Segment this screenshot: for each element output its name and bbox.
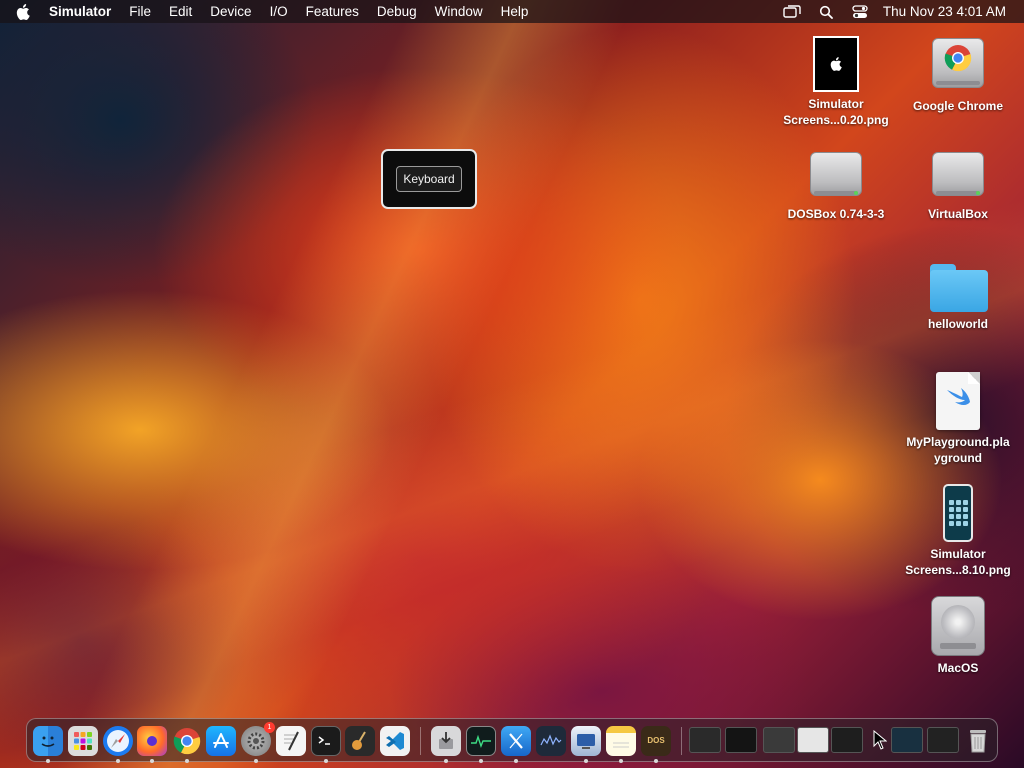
instruments-icon[interactable]	[536, 726, 566, 756]
minimized-window[interactable]	[831, 727, 863, 753]
dock: 1 DOS	[26, 718, 998, 763]
menu-io[interactable]: I/O	[261, 4, 297, 19]
desktop-icon-macos[interactable]: MacOS	[898, 596, 1018, 676]
swift-playground-doc-icon	[936, 372, 980, 430]
xcode-icon[interactable]	[501, 726, 531, 756]
mouse-pointer-icon	[873, 729, 888, 755]
running-indicator	[254, 759, 258, 763]
minimized-window[interactable]	[891, 727, 923, 753]
minimized-window[interactable]	[763, 727, 795, 753]
desktop-icon-label: Screens...8.10.png	[905, 563, 1011, 577]
terminal-icon[interactable]	[311, 726, 341, 756]
settings-icon[interactable]: 1	[241, 722, 275, 756]
desktop-icon-google-chrome[interactable]: Google Chrome	[898, 34, 1018, 114]
dock-separator	[681, 727, 682, 755]
activity-monitor-icon[interactable]	[466, 726, 496, 756]
running-indicator	[444, 759, 448, 763]
minimized-window[interactable]	[689, 727, 721, 753]
menu-debug[interactable]: Debug	[368, 4, 426, 19]
safari-icon[interactable]	[103, 726, 133, 756]
notification-badge: 1	[264, 722, 275, 733]
screen-mirroring-icon[interactable]	[775, 0, 809, 23]
folder-icon	[928, 262, 988, 312]
running-indicator	[324, 759, 328, 763]
running-indicator	[116, 759, 120, 763]
desktop-icon-label: Simulator	[808, 97, 864, 111]
menu-device[interactable]: Device	[201, 4, 260, 19]
finder-icon[interactable]	[33, 726, 63, 756]
menu-help[interactable]: Help	[492, 4, 538, 19]
desktop-icon-label: VirtualBox	[928, 207, 988, 221]
minimized-window[interactable]	[797, 727, 829, 753]
desktop-icon-label: MyPlayground.pla	[906, 435, 1010, 449]
desktop-icon-label: DOSBox 0.74-3-3	[787, 207, 885, 221]
desktop-icon-simulator-screenshot-2[interactable]: Simulator Screens...8.10.png	[898, 484, 1018, 578]
menu-file[interactable]: File	[120, 4, 160, 19]
disk-image-icon	[808, 146, 864, 202]
desktop-icon-virtualbox[interactable]: VirtualBox	[898, 146, 1018, 222]
desktop-icon-label: helloworld	[928, 317, 988, 331]
menu-window[interactable]: Window	[426, 4, 492, 19]
chrome-installer-drive-icon	[930, 34, 986, 94]
firefox-icon[interactable]	[137, 726, 167, 756]
desktop-icon-label: Simulator	[930, 547, 986, 561]
dock-separator	[420, 727, 421, 755]
desktop-icon-dosbox[interactable]: DOSBox 0.74-3-3	[776, 146, 896, 222]
garageband-icon[interactable]	[345, 726, 375, 756]
chrome-icon[interactable]	[172, 726, 202, 756]
dosbox-icon[interactable]: DOS	[641, 726, 671, 756]
running-indicator	[584, 759, 588, 763]
phone-screenshot-icon	[943, 484, 973, 542]
notes-icon[interactable]	[606, 726, 636, 756]
desktop-icon-helloworld[interactable]: helloworld	[898, 262, 1018, 332]
dosbox-icon-label: DOS	[647, 736, 665, 745]
screenshot-thumbnail-icon	[813, 36, 859, 92]
running-indicator	[479, 759, 483, 763]
desktop-icon-myplayground[interactable]: MyPlayground.pla yground	[898, 372, 1018, 466]
launchpad-icon[interactable]	[68, 726, 98, 756]
running-indicator	[654, 759, 658, 763]
simulator-icon[interactable]	[571, 726, 601, 756]
desktop-icon-label: yground	[934, 451, 982, 465]
menu-clock[interactable]: Thu Nov 23 4:01 AM	[877, 4, 1024, 19]
installer-icon[interactable]	[431, 726, 461, 756]
minimized-window[interactable]	[927, 727, 959, 753]
running-indicator	[514, 759, 518, 763]
apple-menu-icon[interactable]	[0, 3, 40, 20]
menu-app-name[interactable]: Simulator	[40, 4, 120, 19]
running-indicator	[619, 759, 623, 763]
menu-edit[interactable]: Edit	[160, 4, 201, 19]
control-center-icon[interactable]	[843, 0, 877, 23]
desktop-icon-label: MacOS	[937, 661, 979, 675]
menu-features[interactable]: Features	[297, 4, 368, 19]
minimized-window[interactable]	[725, 727, 757, 753]
textedit-icon[interactable]	[276, 726, 306, 756]
menu-bar: Simulator File Edit Device I/O Features …	[0, 0, 1024, 23]
running-indicator	[185, 759, 189, 763]
desktop-icon-simulator-screenshot-1[interactable]: Simulator Screens...0.20.png	[776, 36, 896, 128]
spotlight-search-icon[interactable]	[809, 0, 843, 23]
hard-drive-icon	[931, 596, 985, 656]
running-indicator	[150, 759, 154, 763]
keyboard-button[interactable]: Keyboard	[396, 166, 462, 192]
app-store-icon[interactable]	[206, 726, 236, 756]
desktop-icon-label: Screens...0.20.png	[783, 113, 889, 127]
running-indicator	[46, 759, 50, 763]
vscode-icon[interactable]	[380, 726, 410, 756]
trash-icon[interactable]	[963, 726, 993, 756]
desktop-icon-label: Google Chrome	[912, 99, 1003, 113]
menu-status-area: Thu Nov 23 4:01 AM	[775, 0, 1024, 23]
keyboard-popover: Keyboard	[381, 149, 477, 209]
disk-image-icon	[930, 146, 986, 202]
